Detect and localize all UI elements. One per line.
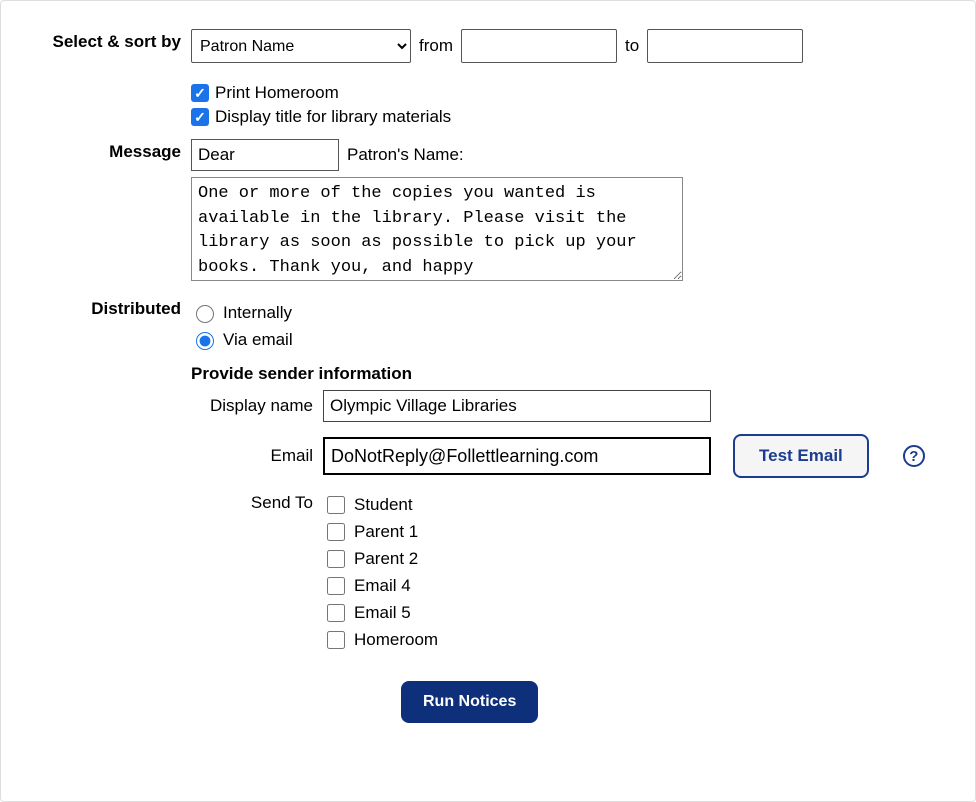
sort-select[interactable]: Patron Name [191,29,411,63]
sort-from-input[interactable] [461,29,617,63]
distributed-internally-row[interactable]: Internally [191,302,955,323]
message-label: Message [21,139,191,165]
message-row: Message Patron's Name: [21,139,955,286]
checkbox-parent2[interactable] [327,550,345,568]
distributed-via-email-row[interactable]: Via email [191,329,955,350]
to-label: to [625,36,639,56]
display-title-label: Display title for library materials [215,107,451,127]
radio-via-email[interactable] [196,332,214,350]
checkbox-student[interactable] [327,496,345,514]
checkbox-email4[interactable] [327,577,345,595]
help-icon[interactable]: ? [903,445,925,467]
email-label: Email [191,446,317,466]
form-panel: Select & sort by Patron Name from to Pri… [0,0,976,802]
send-to-item-parent2[interactable]: Parent 2 [323,547,438,571]
run-notices-button[interactable]: Run Notices [401,681,538,723]
send-to-list: Student Parent 1 Parent 2 Email 4 [323,490,438,655]
internally-label: Internally [223,303,292,323]
message-body-textarea[interactable] [191,177,683,281]
salutation-input[interactable] [191,139,339,171]
sendto-label-2: Parent 2 [354,549,418,569]
sendto-label-3: Email 4 [354,576,411,596]
checkbox-parent1[interactable] [327,523,345,541]
print-homeroom-row[interactable]: Print Homeroom [191,83,955,103]
display-name-row: Display name [191,390,955,422]
from-label: from [419,36,453,56]
patron-name-suffix: Patron's Name: [347,145,464,165]
display-name-label: Display name [191,396,317,416]
sendto-label-1: Parent 1 [354,522,418,542]
checkbox-checked-icon [191,84,209,102]
sort-row: Select & sort by Patron Name from to Pri… [21,29,955,131]
send-to-item-homeroom[interactable]: Homeroom [323,628,438,652]
send-to-label: Send To [191,490,317,516]
checkbox-homeroom[interactable] [327,631,345,649]
print-homeroom-label: Print Homeroom [215,83,339,103]
sendto-label-4: Email 5 [354,603,411,623]
sendto-label-0: Student [354,495,413,515]
sort-label: Select & sort by [21,29,191,55]
email-row: Email Test Email ? [191,434,955,478]
email-input[interactable] [323,437,711,475]
sendto-label-5: Homeroom [354,630,438,650]
checkbox-checked-icon [191,108,209,126]
send-to-block: Send To Student Parent 1 Parent 2 [191,490,955,655]
display-title-row[interactable]: Display title for library materials [191,107,955,127]
send-to-item-student[interactable]: Student [323,493,438,517]
checkbox-email5[interactable] [327,604,345,622]
distributed-row: Distributed Internally Via email Provide… [21,296,955,723]
display-name-input[interactable] [323,390,711,422]
send-to-item-email5[interactable]: Email 5 [323,601,438,625]
radio-internally[interactable] [196,305,214,323]
distributed-label: Distributed [21,296,191,322]
via-email-label: Via email [223,330,293,350]
send-to-item-email4[interactable]: Email 4 [323,574,438,598]
test-email-button[interactable]: Test Email [733,434,869,478]
send-to-item-parent1[interactable]: Parent 1 [323,520,438,544]
sender-info-heading: Provide sender information [191,364,955,384]
sort-to-input[interactable] [647,29,803,63]
